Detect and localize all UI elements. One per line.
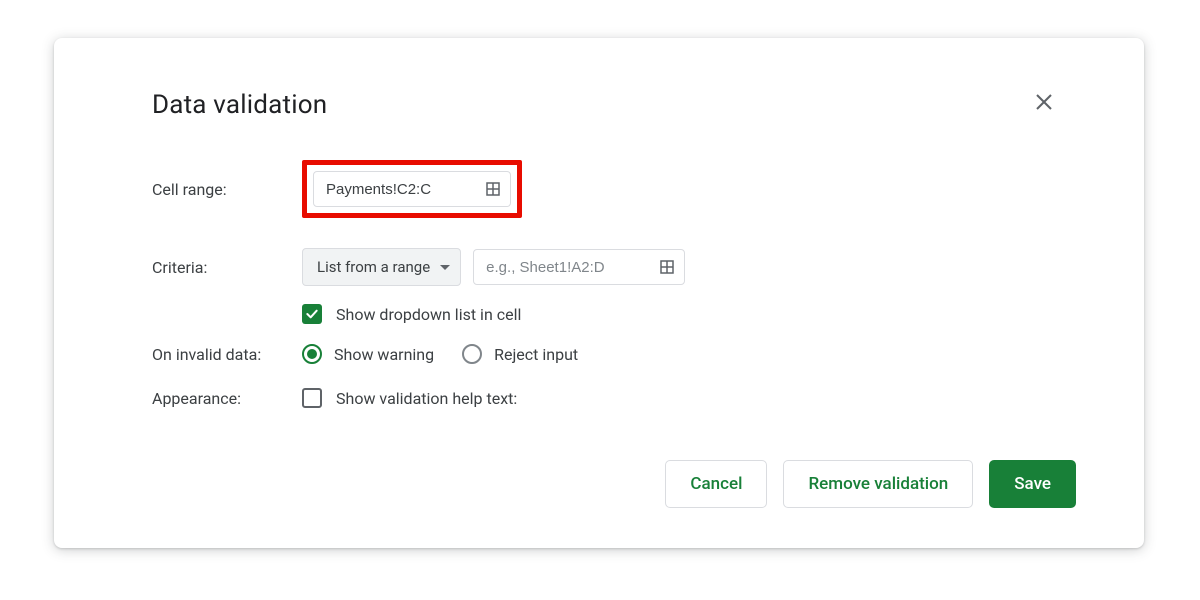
show-warning-radio[interactable] xyxy=(302,344,322,364)
criteria-row: Criteria: List from a range xyxy=(152,248,1046,286)
criteria-range-input-wrap[interactable] xyxy=(473,249,685,285)
criteria-dropdown[interactable]: List from a range xyxy=(302,248,461,286)
close-button[interactable] xyxy=(1032,90,1056,114)
show-dropdown-row: Show dropdown list in cell xyxy=(152,304,1046,324)
appearance-row: Appearance: Show validation help text: xyxy=(152,388,1046,408)
help-text-label: Show validation help text: xyxy=(336,389,517,408)
show-warning-label: Show warning xyxy=(334,345,434,364)
grid-select-icon[interactable] xyxy=(484,180,502,198)
reject-input-radio[interactable] xyxy=(462,344,482,364)
dialog-footer: Cancel Remove validation Save xyxy=(665,460,1076,508)
data-validation-dialog: Data validation Cell range: xyxy=(54,38,1144,548)
save-button[interactable]: Save xyxy=(989,460,1076,508)
close-icon xyxy=(1032,99,1056,118)
help-text-checkbox[interactable] xyxy=(302,388,322,408)
dialog-title: Data validation xyxy=(152,90,1046,120)
invalid-data-label: On invalid data: xyxy=(152,345,302,364)
grid-select-icon[interactable] xyxy=(658,258,676,276)
chevron-down-icon xyxy=(440,265,450,270)
cancel-button[interactable]: Cancel xyxy=(665,460,767,508)
appearance-label: Appearance: xyxy=(152,389,302,408)
cell-range-input[interactable] xyxy=(326,181,476,198)
show-dropdown-checkbox[interactable] xyxy=(302,304,322,324)
cell-range-row: Cell range: xyxy=(152,160,1046,218)
criteria-dropdown-value: List from a range xyxy=(317,258,430,276)
reject-input-label: Reject input xyxy=(494,345,578,364)
criteria-range-input[interactable] xyxy=(486,259,650,276)
invalid-data-row: On invalid data: Show warning Reject inp… xyxy=(152,344,1046,364)
criteria-label: Criteria: xyxy=(152,258,302,277)
show-dropdown-label: Show dropdown list in cell xyxy=(336,305,521,324)
remove-validation-button[interactable]: Remove validation xyxy=(783,460,973,508)
cell-range-highlight xyxy=(302,160,522,218)
cell-range-label: Cell range: xyxy=(152,180,302,199)
cell-range-input-wrap[interactable] xyxy=(313,171,511,207)
